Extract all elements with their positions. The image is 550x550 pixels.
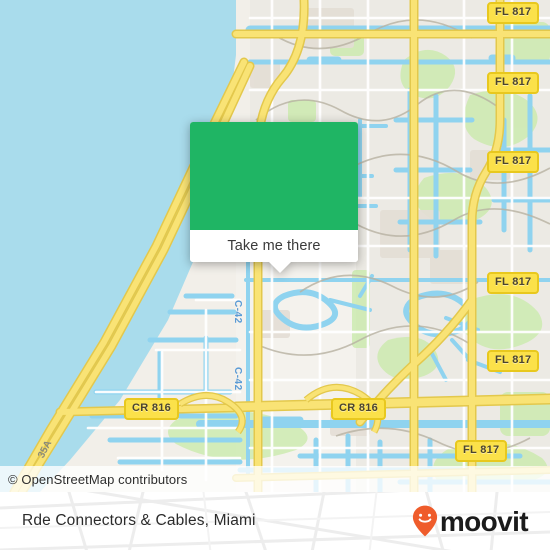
take-me-there-button[interactable]: Take me there	[190, 230, 358, 262]
moovit-map-screenshot: FL 817 FL 817 FL 817 FL 817 FL 817 FL 81…	[0, 0, 550, 550]
attribution-text: © OpenStreetMap contributors	[8, 471, 188, 487]
footer-bar: Rde Connectors & Cables, Miami moovit	[0, 492, 550, 550]
road-shield: FL 817	[487, 272, 540, 294]
road-shield: FL 817	[487, 151, 540, 173]
moovit-wordmark: moovit	[439, 506, 529, 537]
moovit-logo: moovit	[412, 505, 529, 537]
road-shield: FL 817	[487, 72, 540, 94]
map-popup-card[interactable]: Take me there	[190, 122, 358, 273]
road-shield: FL 817	[455, 440, 508, 462]
road-shield: CR 816	[124, 398, 180, 420]
canal-label: C-42	[232, 367, 243, 391]
map-canvas[interactable]: FL 817 FL 817 FL 817 FL 817 FL 817 FL 81…	[0, 0, 550, 492]
road-shield: FL 817	[487, 350, 540, 372]
footer-content: Rde Connectors & Cables, Miami moovit	[0, 492, 550, 550]
popup-image-placeholder	[190, 122, 358, 230]
map-attribution-bar: © OpenStreetMap contributors	[0, 466, 550, 492]
popup-pointer-tip	[269, 262, 291, 273]
moovit-pin-smile-icon	[412, 505, 437, 537]
road-shield: CR 816	[331, 398, 387, 420]
road-shield: FL 817	[487, 2, 540, 24]
popup-inner: Take me there	[190, 122, 358, 262]
canal-label: C-42	[232, 300, 243, 324]
place-title: Rde Connectors & Cables, Miami	[22, 512, 256, 529]
